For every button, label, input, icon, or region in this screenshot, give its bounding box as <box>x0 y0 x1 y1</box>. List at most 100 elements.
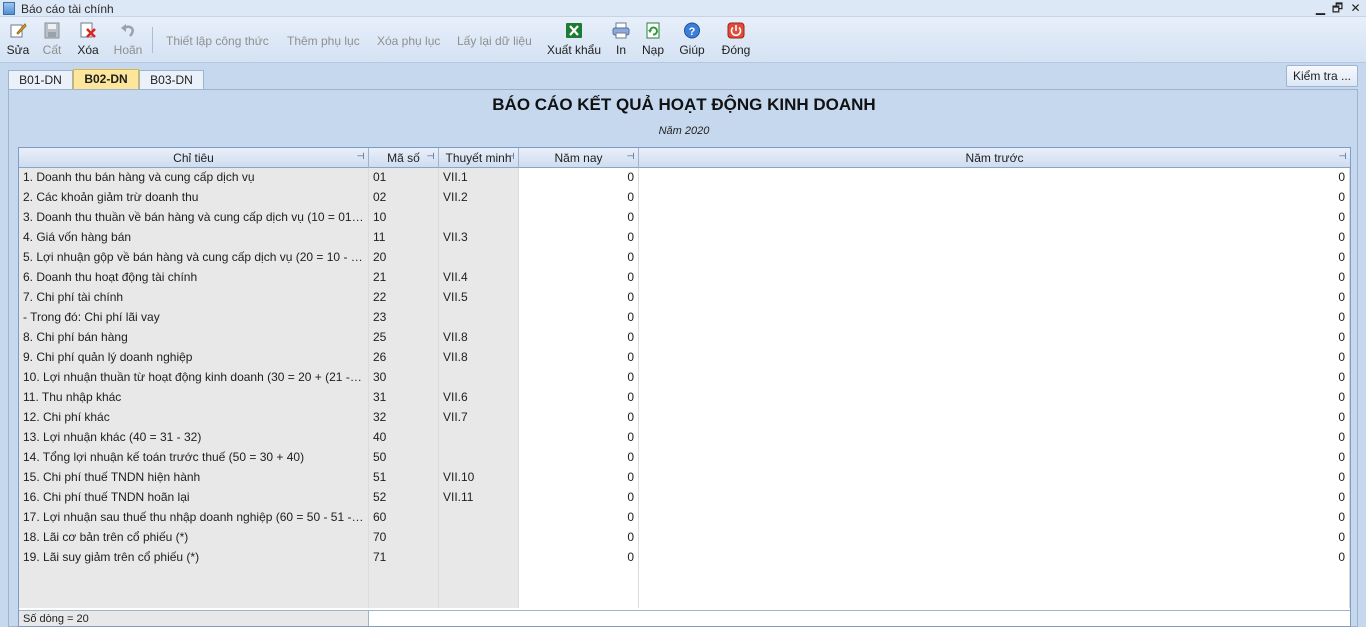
empty-row[interactable] <box>19 568 1350 588</box>
table-row[interactable]: 16. Chi phí thuế TNDN hoãn lại 52 VII.11 0 0 <box>19 488 1350 508</box>
pin-icon[interactable]: ⊣ <box>506 152 515 161</box>
cell-nam-truoc[interactable]: 0 <box>639 548 1350 568</box>
table-row[interactable]: 11. Thu nhập khác 31 VII.6 0 0 <box>19 388 1350 408</box>
table-row[interactable]: 12. Chi phí khác 32 VII.7 0 0 <box>19 408 1350 428</box>
cell-nam-nay[interactable]: 0 <box>519 548 639 568</box>
setup-formula-button[interactable]: Thiết lập công thức <box>166 34 269 48</box>
column-header-chi-tieu[interactable]: Chỉ tiêu ⊣ <box>19 148 369 168</box>
cell-nam-truoc[interactable]: 0 <box>639 468 1350 488</box>
cell-nam-nay[interactable]: 0 <box>519 268 639 288</box>
delete-appendix-button[interactable]: Xóa phụ lục <box>377 34 440 48</box>
cell-nam-nay[interactable]: 0 <box>519 208 639 228</box>
tab-b01-dn[interactable]: B01-DN <box>8 70 73 90</box>
cell-nam-nay[interactable]: 0 <box>519 408 639 428</box>
cell-nam-nay[interactable]: 0 <box>519 288 639 308</box>
table-row[interactable]: 2. Các khoản giảm trừ doanh thu 02 VII.2 0 0 <box>19 188 1350 208</box>
cell-nam-truoc[interactable]: 0 <box>639 368 1350 388</box>
cell-nam-truoc[interactable]: 0 <box>639 168 1350 188</box>
save-button[interactable]: Cất <box>41 19 63 61</box>
cell-nam-nay[interactable]: 0 <box>519 488 639 508</box>
cell-nam-truoc[interactable]: 0 <box>639 328 1350 348</box>
cell-nam-nay[interactable]: 0 <box>519 228 639 248</box>
edit-button[interactable]: Sửa <box>6 19 30 61</box>
table-row[interactable]: 4. Giá vốn hàng bán 11 VII.3 0 0 <box>19 228 1350 248</box>
cell-nam-truoc[interactable]: 0 <box>639 488 1350 508</box>
column-header-ma-so[interactable]: Mã số ⊣ <box>369 148 439 168</box>
cell-nam-truoc[interactable]: 0 <box>639 248 1350 268</box>
cell-nam-nay[interactable]: 0 <box>519 348 639 368</box>
cell-nam-truoc[interactable]: 0 <box>639 308 1350 328</box>
cell-nam-truoc[interactable]: 0 <box>639 448 1350 468</box>
table-row[interactable]: 14. Tổng lợi nhuận kế toán trước thuế (5… <box>19 448 1350 468</box>
column-header-nam-truoc[interactable]: Năm trước ⊣ <box>639 148 1350 168</box>
cell-nam-truoc[interactable]: 0 <box>639 288 1350 308</box>
cell-nam-nay[interactable]: 0 <box>519 308 639 328</box>
cell-nam-nay[interactable]: 0 <box>519 528 639 548</box>
cell-nam-nay[interactable]: 0 <box>519 468 639 488</box>
pin-icon[interactable]: ⊣ <box>426 152 435 161</box>
restore-button[interactable]: 🗗 <box>1329 0 1346 16</box>
table-row[interactable]: 17. Lợi nhuận sau thuế thu nhập doanh ng… <box>19 508 1350 528</box>
table-row[interactable]: 5. Lợi nhuận gộp về bán hàng và cung cấp… <box>19 248 1350 268</box>
empty-row[interactable] <box>19 588 1350 608</box>
cell-nam-nay[interactable]: 0 <box>519 328 639 348</box>
cell-nam-nay[interactable]: 0 <box>519 428 639 448</box>
table-row[interactable]: 1. Doanh thu bán hàng và cung cấp dịch v… <box>19 168 1350 188</box>
cell-chi-tieu: 17. Lợi nhuận sau thuế thu nhập doanh ng… <box>19 508 369 528</box>
cell-nam-truoc[interactable]: 0 <box>639 228 1350 248</box>
cell-nam-nay[interactable] <box>519 588 639 608</box>
pin-icon[interactable]: ⊣ <box>356 152 365 161</box>
table-row[interactable]: 19. Lãi suy giảm trên cổ phiếu (*) 71 0 0 <box>19 548 1350 568</box>
cell-nam-nay[interactable]: 0 <box>519 388 639 408</box>
cell-nam-nay[interactable]: 0 <box>519 508 639 528</box>
close-window-button[interactable]: ✕ <box>1347 0 1364 16</box>
cell-nam-nay[interactable]: 0 <box>519 188 639 208</box>
cell-nam-truoc[interactable]: 0 <box>639 348 1350 368</box>
table-row[interactable]: 10. Lợi nhuận thuần từ hoạt động kinh do… <box>19 368 1350 388</box>
tab-b02-dn[interactable]: B02-DN <box>73 69 139 90</box>
cell-nam-truoc[interactable]: 0 <box>639 408 1350 428</box>
column-header-thuyet-minh[interactable]: Thuyết minh ⊣ <box>439 148 519 168</box>
table-row[interactable]: 6. Doanh thu hoạt động tài chính 21 VII.4 0… <box>19 268 1350 288</box>
table-row[interactable]: 3. Doanh thu thuần về bán hàng và cung c… <box>19 208 1350 228</box>
table-row[interactable]: 7. Chi phí tài chính 22 VII.5 0 0 <box>19 288 1350 308</box>
add-appendix-button[interactable]: Thêm phụ lục <box>287 34 360 48</box>
reload-data-button[interactable]: Lấy lại dữ liệu <box>457 34 532 48</box>
cell-nam-nay[interactable]: 0 <box>519 248 639 268</box>
table-row[interactable]: 18. Lãi cơ bản trên cổ phiếu (*) 70 0 0 <box>19 528 1350 548</box>
undo-button[interactable]: Hoãn <box>112 19 144 61</box>
print-button[interactable]: In <box>611 19 631 61</box>
help-button[interactable]: ? Giúp <box>678 19 706 61</box>
table-row[interactable]: 15. Chi phí thuế TNDN hiện hành 51 VII.10 0… <box>19 468 1350 488</box>
minimize-button[interactable]: ▁ <box>1312 0 1329 16</box>
app-icon <box>3 2 15 15</box>
cell-nam-truoc[interactable]: 0 <box>639 508 1350 528</box>
cell-nam-nay[interactable]: 0 <box>519 168 639 188</box>
table-row[interactable]: 8. Chi phí bán hàng 25 VII.8 0 0 <box>19 328 1350 348</box>
cell-nam-truoc[interactable] <box>639 568 1350 588</box>
table-row[interactable]: 9. Chi phí quản lý doanh nghiệp 26 VII.8 0 0 <box>19 348 1350 368</box>
pin-icon[interactable]: ⊣ <box>626 152 635 161</box>
table-row[interactable]: 13. Lợi nhuận khác (40 = 31 - 32) 40 0 0 <box>19 428 1350 448</box>
cell-nam-nay[interactable]: 0 <box>519 448 639 468</box>
close-report-button[interactable]: Đóng <box>720 19 752 61</box>
cell-nam-truoc[interactable]: 0 <box>639 208 1350 228</box>
table-row[interactable]: - Trong đó: Chi phí lãi vay 23 0 0 <box>19 308 1350 328</box>
delete-button[interactable]: Xóa <box>76 19 100 61</box>
column-header-nam-nay[interactable]: Năm nay ⊣ <box>519 148 639 168</box>
cell-nam-nay[interactable] <box>519 568 639 588</box>
tab-b03-dn[interactable]: B03-DN <box>139 70 204 90</box>
load-button[interactable]: Nạp <box>641 19 665 61</box>
cell-nam-truoc[interactable]: 0 <box>639 528 1350 548</box>
cell-nam-truoc[interactable]: 0 <box>639 388 1350 408</box>
export-button[interactable]: Xuất khẩu <box>546 19 602 61</box>
pin-icon[interactable]: ⊣ <box>1338 152 1347 161</box>
cell-nam-truoc[interactable]: 0 <box>639 188 1350 208</box>
cell-ma-so: 21 <box>369 268 439 288</box>
cell-nam-truoc[interactable] <box>639 588 1350 608</box>
cell-nam-truoc[interactable]: 0 <box>639 428 1350 448</box>
cell-nam-nay[interactable]: 0 <box>519 368 639 388</box>
cell-nam-truoc[interactable]: 0 <box>639 268 1350 288</box>
cell-chi-tieu: 16. Chi phí thuế TNDN hoãn lại <box>19 488 369 508</box>
check-button[interactable]: Kiểm tra ... <box>1286 65 1358 87</box>
